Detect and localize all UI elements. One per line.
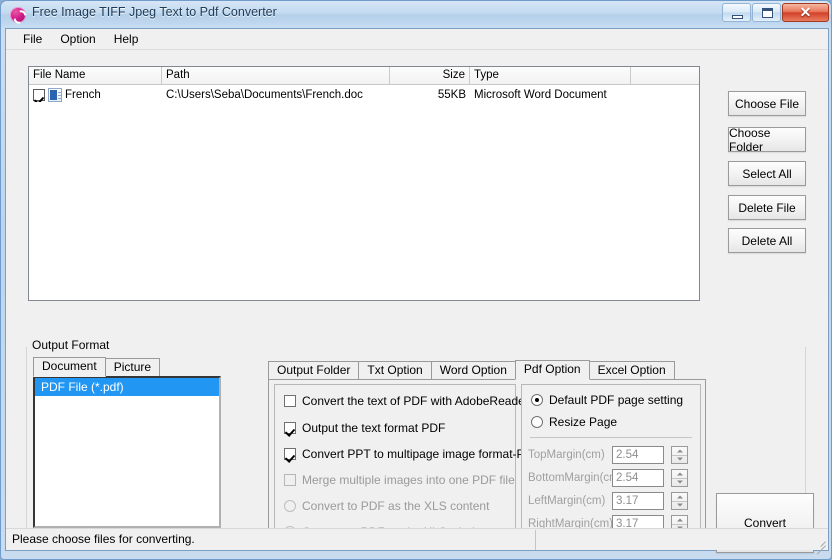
settings-divider [530, 437, 692, 438]
application-window: Free Image TIFF Jpeg Text to Pdf Convert… [0, 0, 832, 560]
status-bar: Please choose files for converting. [6, 528, 828, 550]
app-logo-icon [10, 7, 26, 23]
chevron-up-icon[interactable] [672, 447, 687, 456]
checkbox-icon[interactable] [284, 448, 296, 460]
option-tabstrip: Output Folder Txt Option Word Option Pdf… [268, 360, 706, 380]
option-convert-text-adobereader[interactable]: Convert the text of PDF with AdobeReader [284, 394, 529, 408]
tab-txt-option[interactable]: Txt Option [358, 361, 432, 379]
column-header-extra[interactable] [631, 67, 699, 84]
tab-excel-option[interactable]: Excel Option [588, 361, 675, 379]
top-margin-label: TopMargin(cm) [528, 449, 605, 461]
top-margin-row: TopMargin(cm) 2.54 [528, 445, 688, 465]
option-label: Convert PPT to multipage image format-PD… [302, 447, 541, 461]
file-name-label: French [65, 89, 101, 101]
option-default-pdf-page-setting[interactable]: Default PDF page setting [531, 393, 683, 407]
delete-all-button[interactable]: Delete All [728, 228, 806, 253]
bottom-margin-input[interactable]: 2.54 [612, 469, 664, 487]
chevron-down-icon[interactable] [672, 456, 687, 464]
checkbox-icon[interactable] [284, 395, 296, 407]
option-resize-page[interactable]: Resize Page [531, 415, 617, 429]
option-merge-images-one-pdf[interactable]: Merge multiple images into one PDF file [284, 473, 515, 487]
status-second-pane [536, 530, 828, 550]
window-title: Free Image TIFF Jpeg Text to Pdf Convert… [32, 5, 277, 19]
file-type-cell: Microsoft Word Document [474, 89, 607, 101]
radio-icon[interactable] [531, 394, 543, 406]
output-format-tabs: Document Picture PDF File (*.pdf) [33, 357, 229, 547]
output-format-tabstrip: Document Picture [33, 357, 229, 377]
minimize-button[interactable] [722, 3, 751, 22]
pdf-option-panel: Convert the text of PDF with AdobeReader… [268, 379, 706, 546]
column-header-path[interactable]: Path [162, 67, 390, 84]
menu-bar: File Option Help [6, 29, 828, 50]
top-margin-stepper[interactable] [671, 446, 688, 464]
checkbox-icon[interactable] [284, 422, 296, 434]
left-margin-row: LeftMargin(cm) 3.17 [528, 491, 688, 511]
file-name-cell: French [29, 88, 162, 102]
radio-icon[interactable] [284, 500, 296, 512]
window-controls: ✕ [722, 3, 829, 22]
choose-file-button[interactable]: Choose File [728, 91, 806, 116]
table-row[interactable]: French C:\Users\Seba\Documents\French.do… [29, 85, 699, 105]
option-label: Resize Page [549, 415, 618, 429]
column-header-file-name[interactable]: File Name [29, 67, 162, 84]
choose-folder-button[interactable]: Choose Folder [728, 126, 806, 154]
bottom-margin-row: BottomMargin(cm) 2.54 [528, 468, 688, 488]
file-list-header: File Name Path Size Type [29, 67, 699, 85]
maximize-button[interactable] [752, 3, 781, 22]
chevron-up-icon[interactable] [672, 470, 687, 479]
list-item[interactable]: PDF File (*.pdf) [35, 378, 219, 396]
option-label: Convert the text of PDF with AdobeReader [302, 394, 529, 408]
tab-picture[interactable]: Picture [104, 358, 161, 376]
resize-grip-icon[interactable] [812, 534, 826, 548]
file-path-cell: C:\Users\Seba\Documents\French.doc [166, 89, 363, 101]
top-margin-input[interactable]: 2.54 [612, 446, 664, 464]
output-format-listbox[interactable]: PDF File (*.pdf) [33, 376, 221, 528]
option-label: Default PDF page setting [549, 393, 684, 407]
option-tabs: Output Folder Txt Option Word Option Pdf… [268, 360, 706, 550]
close-button[interactable]: ✕ [782, 3, 829, 22]
tab-output-folder[interactable]: Output Folder [268, 361, 360, 379]
option-convert-xls-content[interactable]: Convert to PDF as the XLS content [284, 499, 489, 513]
word-document-icon [48, 88, 62, 102]
bottom-margin-stepper[interactable] [671, 469, 688, 487]
menu-item-help[interactable]: Help [105, 30, 148, 48]
status-message: Please choose files for converting. [6, 529, 536, 550]
option-convert-ppt-multipage[interactable]: Convert PPT to multipage image format-PD… [284, 447, 541, 461]
pdf-conversion-options: Convert the text of PDF with AdobeReader… [274, 384, 541, 542]
left-margin-label: LeftMargin(cm) [528, 495, 606, 507]
option-output-text-format-pdf[interactable]: Output the text format PDF [284, 421, 445, 435]
title-bar: Free Image TIFF Jpeg Text to Pdf Convert… [1, 1, 831, 28]
menu-item-option[interactable]: Option [51, 30, 104, 48]
radio-icon[interactable] [531, 416, 543, 428]
chevron-up-icon[interactable] [672, 516, 687, 525]
tab-word-option[interactable]: Word Option [430, 361, 516, 379]
file-size-cell: 55KB [437, 89, 466, 101]
column-header-size[interactable]: Size [390, 67, 470, 84]
option-label: Output the text format PDF [302, 421, 446, 435]
chevron-down-icon[interactable] [672, 502, 687, 510]
minimize-icon [732, 15, 743, 19]
pdf-page-settings: Default PDF page setting Resize Page Top… [521, 384, 701, 542]
option-label: Merge multiple images into one PDF file [302, 473, 515, 487]
close-icon: ✕ [799, 4, 812, 20]
chevron-down-icon[interactable] [672, 479, 687, 487]
option-label: Convert to PDF as the XLS content [302, 499, 490, 513]
client-area: File Option Help File Name Path Size Typ… [5, 28, 829, 553]
left-margin-input[interactable]: 3.17 [612, 492, 664, 510]
maximize-icon [762, 8, 773, 18]
chevron-up-icon[interactable] [672, 493, 687, 502]
column-header-type[interactable]: Type [470, 67, 631, 84]
tab-document[interactable]: Document [33, 357, 106, 377]
file-list[interactable]: File Name Path Size Type French C:\Users… [28, 66, 700, 301]
tab-pdf-option[interactable]: Pdf Option [514, 360, 590, 380]
delete-file-button[interactable]: Delete File [728, 195, 806, 220]
menu-item-file[interactable]: File [14, 30, 51, 48]
select-all-button[interactable]: Select All [728, 161, 806, 186]
bottom-margin-label: BottomMargin(cm) [528, 472, 623, 484]
checkbox-icon[interactable] [284, 474, 296, 486]
left-margin-stepper[interactable] [671, 492, 688, 510]
file-checkbox[interactable] [33, 89, 45, 101]
